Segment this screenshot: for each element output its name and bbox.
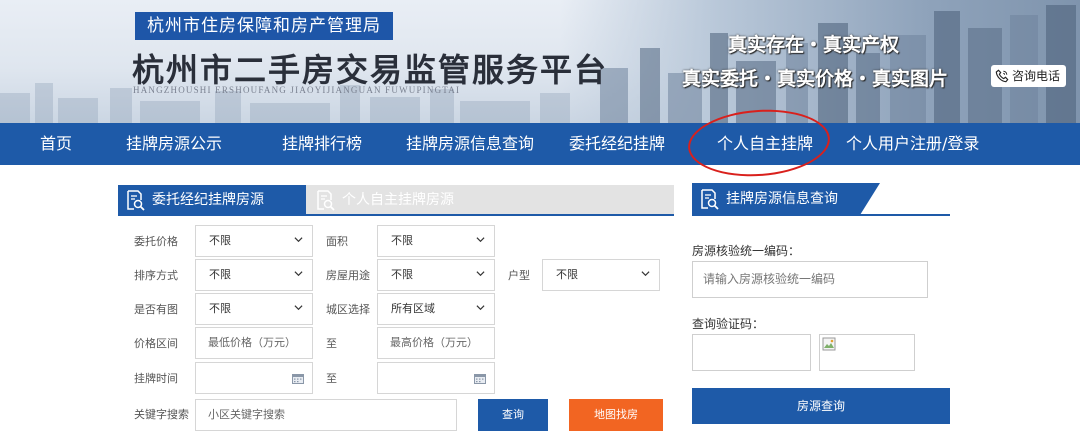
has-image-select-value: 不限 xyxy=(209,302,231,315)
chevron-down-icon xyxy=(476,271,485,277)
search-button[interactable]: 查询 xyxy=(478,399,548,431)
tab-agent-listings-label: 委托经纪挂牌房源 xyxy=(152,192,264,208)
list-time-to-label: 至 xyxy=(326,372,337,385)
usage-label: 房屋用途 xyxy=(326,269,370,282)
keyword-search-input[interactable]: 小区关键字搜索 xyxy=(195,399,457,431)
chevron-down-icon xyxy=(294,271,303,277)
slogan-line-1: 真实存在・真实产权 xyxy=(728,34,900,56)
tab-underline xyxy=(118,214,674,216)
chevron-down-icon xyxy=(641,271,650,277)
chevron-down-icon xyxy=(294,305,303,311)
price-select-value: 不限 xyxy=(209,234,231,247)
chevron-down-icon xyxy=(476,305,485,311)
price-range-to-label: 至 xyxy=(326,337,337,350)
agency-label: 杭州市住房保障和房产管理局 xyxy=(135,12,393,40)
verification-code-input[interactable]: 请输入房源核验统一编码 xyxy=(692,261,928,298)
tab-self-listings[interactable]: 个人自主挂牌房源 xyxy=(306,185,674,215)
district-label: 城区选择 xyxy=(326,303,370,316)
usage-select[interactable]: 不限 xyxy=(377,259,495,291)
district-select[interactable]: 所有区域 xyxy=(377,293,495,325)
area-select-value: 不限 xyxy=(391,234,413,247)
tab-self-listings-label: 个人自主挂牌房源 xyxy=(342,192,454,208)
nav-user-register-login[interactable]: 个人用户注册/登录 xyxy=(846,123,979,165)
header-banner: 杭州市住房保障和房产管理局 杭州市二手房交易监管服务平台 HANGZHOUSHI… xyxy=(0,0,1080,123)
calendar-icon[interactable] xyxy=(292,373,304,384)
nav-home[interactable]: 首页 xyxy=(40,123,72,165)
area-select[interactable]: 不限 xyxy=(377,225,495,257)
keyword-label: 关键字搜索 xyxy=(134,408,189,421)
list-time-start-input[interactable] xyxy=(195,362,313,394)
price-select[interactable]: 不限 xyxy=(195,225,313,257)
calendar-icon[interactable] xyxy=(474,373,486,384)
nav-agent-listing[interactable]: 委托经纪挂牌 xyxy=(569,123,665,165)
listing-query-panel-title: 挂牌房源信息查询 xyxy=(726,191,838,207)
district-select-value: 所有区域 xyxy=(391,302,435,315)
sort-select[interactable]: 不限 xyxy=(195,259,313,291)
list-time-end-input[interactable] xyxy=(377,362,495,394)
price-label: 委托价格 xyxy=(134,235,178,248)
captcha-label: 查询验证码： xyxy=(692,317,765,331)
sort-select-value: 不限 xyxy=(209,268,231,281)
document-search-icon xyxy=(127,190,145,211)
site-title-pinyin: HANGZHOUSHI ERSHOUFANG JIAOYIJIANGUAN FU… xyxy=(133,85,461,95)
map-search-button[interactable]: 地图找房 xyxy=(569,399,663,431)
list-time-label: 挂牌时间 xyxy=(134,372,178,385)
panel-underline xyxy=(692,214,950,216)
area-label: 面积 xyxy=(326,235,348,248)
sort-label: 排序方式 xyxy=(134,269,178,282)
main-nav: 首页 挂牌房源公示 挂牌排行榜 挂牌房源信息查询 委托经纪挂牌 个人自主挂牌 个… xyxy=(0,123,1080,165)
consult-phone-button[interactable]: 咨询电话 xyxy=(991,65,1067,87)
captcha-image[interactable] xyxy=(819,334,915,371)
has-image-label: 是否有图 xyxy=(134,303,178,316)
phone-icon xyxy=(995,69,1009,83)
nav-self-listing[interactable]: 个人自主挂牌 xyxy=(717,123,813,165)
document-search-icon xyxy=(701,189,719,210)
layout-select-value: 不限 xyxy=(556,268,578,281)
document-search-icon xyxy=(317,190,335,211)
captcha-input[interactable] xyxy=(692,334,811,371)
nav-listing-query[interactable]: 挂牌房源信息查询 xyxy=(406,123,534,165)
layout-label: 户型 xyxy=(508,269,530,282)
has-image-select[interactable]: 不限 xyxy=(195,293,313,325)
listing-query-button[interactable]: 房源查询 xyxy=(692,388,950,424)
min-price-input[interactable]: 最低价格（万元） xyxy=(195,327,313,359)
max-price-input[interactable]: 最高价格（万元） xyxy=(377,327,495,359)
consult-phone-label: 咨询电话 xyxy=(1012,69,1061,83)
chevron-down-icon xyxy=(476,237,485,243)
nav-listing-ranking[interactable]: 挂牌排行榜 xyxy=(282,123,362,165)
listing-query-panel-header: 挂牌房源信息查询 xyxy=(692,183,880,215)
city-skyline-right xyxy=(560,0,1080,123)
price-range-label: 价格区间 xyxy=(134,337,178,350)
usage-select-value: 不限 xyxy=(391,268,413,281)
page: 杭州市住房保障和房产管理局 杭州市二手房交易监管服务平台 HANGZHOUSHI… xyxy=(0,0,1080,445)
layout-select[interactable]: 不限 xyxy=(542,259,660,291)
nav-listing-public[interactable]: 挂牌房源公示 xyxy=(126,123,222,165)
tab-agent-listings[interactable]: 委托经纪挂牌房源 xyxy=(118,185,326,215)
chevron-down-icon xyxy=(294,237,303,243)
verification-code-label: 房源核验统一编码： xyxy=(692,244,801,258)
slogan-line-2: 真实委托・真实价格・真实图片 xyxy=(682,68,949,90)
broken-image-icon xyxy=(822,337,836,351)
